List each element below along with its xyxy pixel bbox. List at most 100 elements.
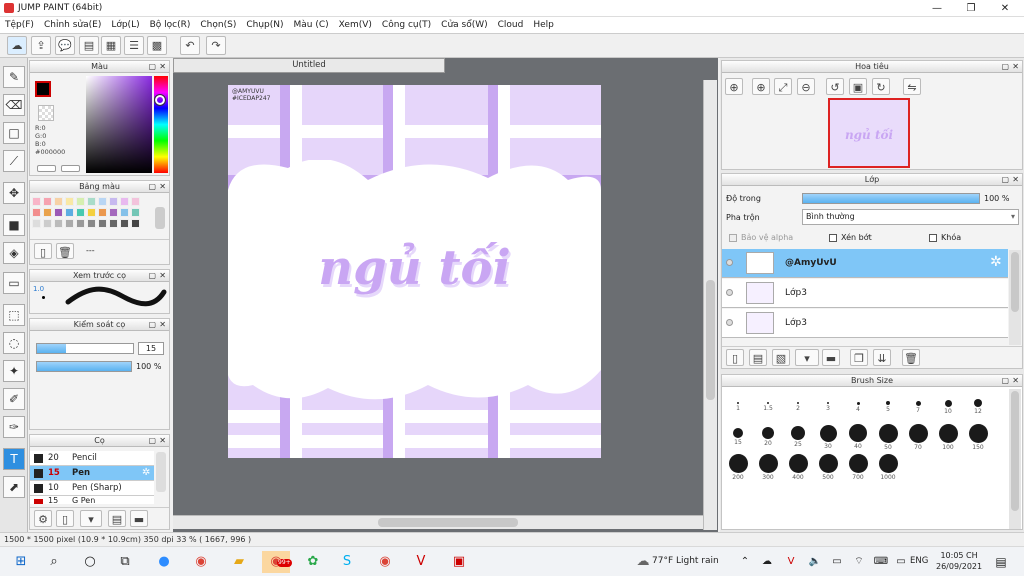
brush-size-cell[interactable]: 1.5 [754, 393, 782, 421]
hue-slider[interactable] [154, 76, 168, 173]
brush-size-value[interactable]: 15 [138, 342, 164, 355]
brush-export-icon[interactable]: ▤ [108, 510, 126, 527]
cloud-icon[interactable]: ☁ [7, 36, 27, 55]
vertical-scrollbar[interactable] [703, 80, 717, 530]
zoom-out-icon[interactable]: ⊖ [797, 78, 815, 95]
close-icon[interactable]: ✕ [159, 181, 166, 193]
task-view-icon[interactable]: ⧉ [114, 551, 136, 573]
palette-swatch[interactable] [54, 208, 63, 217]
palette-swatch[interactable] [109, 219, 118, 228]
palette-swatch[interactable] [98, 197, 107, 206]
bucket-tool-icon[interactable]: ◈ [3, 242, 25, 264]
menu-capture[interactable]: Chụp(N) [241, 17, 288, 33]
unikey-icon[interactable]: V [410, 551, 432, 573]
redo-button[interactable]: ↷ [206, 36, 226, 55]
comment-icon[interactable]: 💬 [55, 36, 75, 55]
menu-tools[interactable]: Công cụ(T) [377, 17, 436, 33]
color-mode-button[interactable] [37, 165, 56, 172]
text-tool-icon[interactable]: T [3, 448, 25, 470]
menu-cloud[interactable]: Cloud [493, 17, 529, 33]
lock-checkbox[interactable] [929, 234, 937, 242]
undo-button[interactable]: ↶ [180, 36, 200, 55]
palette-swatch[interactable] [54, 197, 63, 206]
battery-icon[interactable]: ▭ [826, 551, 848, 573]
close-button[interactable]: ✕ [988, 0, 1022, 17]
brush-size-slider[interactable] [36, 343, 134, 354]
network-icon[interactable]: ⌔ [848, 551, 870, 573]
brush-size-cell[interactable]: 25 [784, 423, 812, 451]
brush-item[interactable]: 10 Pen (Sharp) [30, 481, 154, 496]
zoom-app-icon[interactable]: ● [153, 551, 175, 573]
palette-swatch[interactable] [120, 219, 129, 228]
select-rect-icon[interactable]: □ [3, 122, 25, 144]
merge-icon[interactable]: ⇊ [873, 349, 891, 366]
color-mode-button-2[interactable] [61, 165, 80, 172]
document-icon[interactable]: ▦ [101, 36, 121, 55]
brush-size-cell[interactable]: 150 [964, 423, 992, 451]
brush-size-scrollbar[interactable] [1009, 389, 1021, 529]
brush-size-cell[interactable]: 4 [844, 393, 872, 421]
brush-tool-icon[interactable]: ⟋ [3, 150, 25, 172]
select-eraser-icon[interactable]: ✑ [3, 416, 25, 438]
brush-size-cell[interactable]: 30 [814, 423, 842, 451]
palette-swatch[interactable] [65, 197, 74, 206]
export-icon[interactable]: ⇪ [31, 36, 51, 55]
unikey-tray-icon[interactable]: V [780, 551, 802, 573]
display-icon[interactable]: ▭ [890, 551, 912, 573]
palette-swatch[interactable] [98, 219, 107, 228]
gear-icon[interactable]: ✲ [990, 254, 1002, 270]
folder-icon[interactable]: ▬ [822, 349, 840, 366]
palette-swatch[interactable] [65, 208, 74, 217]
palette-swatch[interactable] [120, 197, 129, 206]
brush-item[interactable]: 15 G Pen [30, 496, 154, 504]
dock-icon[interactable]: ▢ [1001, 61, 1009, 73]
list-icon[interactable]: ☰ [124, 36, 144, 55]
brush-size-cell[interactable]: 700 [844, 453, 872, 481]
layer-type-menu[interactable]: ▾ [795, 349, 819, 366]
gear-icon[interactable]: ✲ [142, 467, 150, 478]
clipping-checkbox[interactable] [829, 234, 837, 242]
dock-icon[interactable]: ▢ [148, 181, 156, 193]
keyboard-icon[interactable]: ⌨ [870, 551, 892, 573]
minimize-button[interactable]: — [920, 0, 954, 17]
palette-swatch[interactable] [65, 219, 74, 228]
brush-opacity-slider[interactable] [36, 361, 132, 372]
app-green-icon[interactable]: ✿ [302, 551, 324, 573]
menu-color[interactable]: Màu (C) [289, 17, 334, 33]
brush-size-cell[interactable]: 1000 [874, 453, 902, 481]
palette-swatch[interactable] [87, 208, 96, 217]
protect-alpha-checkbox[interactable] [729, 234, 737, 242]
menu-edit[interactable]: Chỉnh sửa(E) [39, 17, 106, 33]
chrome-icon[interactable]: ◉ [190, 551, 212, 573]
brush-size-cell[interactable]: 12 [964, 393, 992, 421]
menu-select[interactable]: Chọn(S) [195, 17, 241, 33]
menu-window[interactable]: Cửa sổ(W) [436, 17, 492, 33]
brush-size-cell[interactable]: 3 [814, 393, 842, 421]
brush-size-cell[interactable]: 400 [784, 453, 812, 481]
new-palette-icon[interactable]: ▯ [34, 243, 52, 259]
hue-handle[interactable] [154, 94, 166, 106]
dock-icon[interactable]: ▢ [1001, 174, 1009, 186]
dock-icon[interactable]: ▢ [148, 270, 156, 282]
input-language[interactable]: ENG [910, 556, 928, 566]
rotate-right-icon[interactable]: ↻ [872, 78, 890, 95]
palette-swatch[interactable] [109, 208, 118, 217]
layer-scrollbar[interactable] [1009, 250, 1021, 345]
close-icon[interactable]: ✕ [159, 61, 166, 73]
chrome-profile-icon[interactable]: ◉ 99+ [262, 551, 292, 573]
palette-swatch[interactable] [32, 219, 41, 228]
restore-button[interactable]: ❐ [954, 0, 988, 17]
zoom-fit-icon[interactable]: ⊕ [725, 78, 743, 95]
palette-swatch[interactable] [131, 208, 140, 217]
palette-swatch[interactable] [87, 197, 96, 206]
volume-icon[interactable]: 🔈 [804, 551, 826, 573]
brush-size-cell[interactable]: 70 [904, 423, 932, 451]
palette-swatches[interactable] [32, 197, 152, 237]
close-icon[interactable]: ✕ [159, 270, 166, 282]
fill-rect-icon[interactable]: ■ [3, 214, 25, 236]
layer-opacity-slider[interactable] [802, 193, 980, 204]
transparent-swatch[interactable] [38, 105, 54, 121]
saturation-value-field[interactable] [86, 76, 152, 173]
skype-icon[interactable]: S [336, 551, 358, 573]
palette-scrollbar[interactable] [155, 207, 165, 229]
